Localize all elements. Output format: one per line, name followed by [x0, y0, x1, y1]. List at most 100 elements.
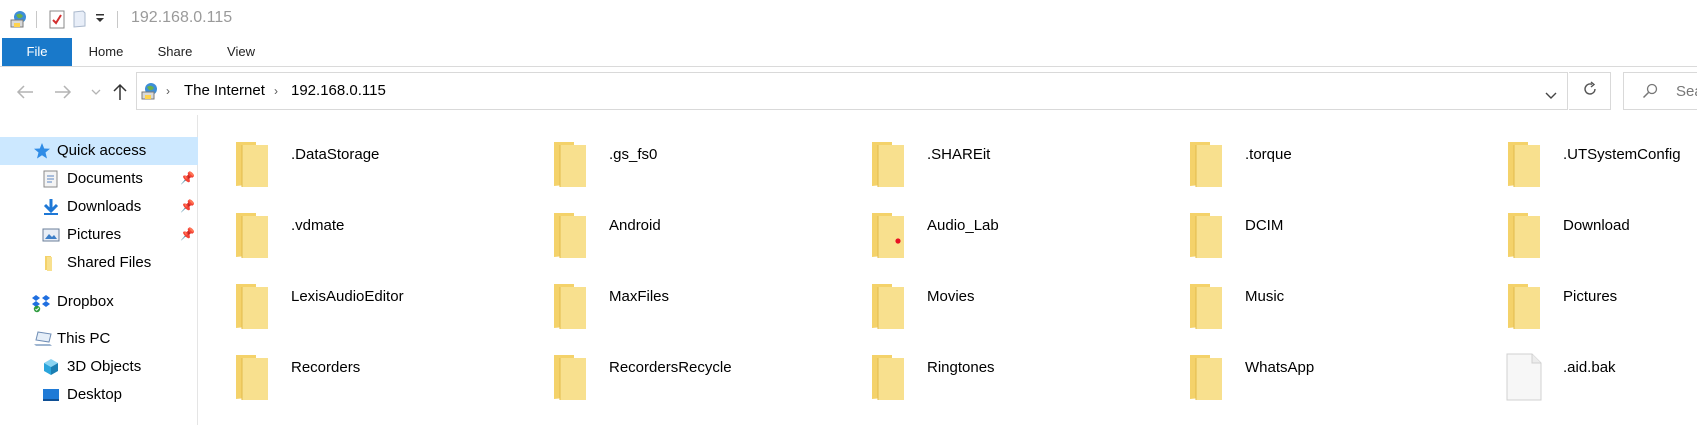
file-name: .gs_fs0: [609, 146, 658, 163]
file-item[interactable]: Audio_Lab: [835, 193, 1135, 259]
file-item[interactable]: Music: [1153, 264, 1453, 330]
sidebar-item-label: Documents: [67, 170, 143, 187]
file-name: Download: [1563, 217, 1630, 234]
file-item[interactable]: Android: [517, 193, 817, 259]
file-item[interactable]: .aid.bak: [1471, 335, 1697, 401]
file-name: RecordersRecycle: [609, 359, 732, 376]
search-placeholder: Sea: [1676, 83, 1697, 100]
folder-icon: [1506, 140, 1542, 188]
tab-share[interactable]: Share: [153, 38, 197, 66]
arrow-left-icon[interactable]: [14, 81, 36, 103]
file-name: Music: [1245, 288, 1285, 305]
properties-icon[interactable]: [49, 9, 65, 33]
tab-home[interactable]: Home: [84, 38, 128, 66]
sidebar-item-dropbox[interactable]: Dropbox: [0, 288, 198, 316]
file-item[interactable]: LexisAudioEditor: [199, 264, 499, 330]
file-list: .DataStorage .gs_fs0 .SHAREit .torque .UTSys…: [199, 115, 1697, 425]
sidebar-item-3d-objects[interactable]: 3D Objects: [0, 353, 198, 381]
folder-icon: [234, 282, 270, 330]
cube-icon: [42, 358, 60, 376]
file-name: Movies: [927, 288, 975, 305]
pin-icon: 📌: [180, 171, 195, 185]
folder-icon: [234, 211, 270, 259]
file-name: Audio_Lab: [927, 217, 999, 234]
folder-icon: [1188, 140, 1224, 188]
documents-icon: [42, 170, 60, 188]
sidebar-item-this-pc[interactable]: This PC: [0, 325, 198, 353]
sidebar-item-pictures[interactable]: Pictures 📌: [0, 221, 198, 249]
file-item[interactable]: WhatsApp: [1153, 335, 1453, 401]
file-name: Ringtones: [927, 359, 995, 376]
folder-icon: [234, 353, 270, 401]
file-item[interactable]: .SHAREit: [835, 122, 1135, 188]
file-item[interactable]: Recorders: [199, 335, 499, 401]
separator: [117, 11, 118, 28]
chevron-right-icon[interactable]: ›: [274, 84, 278, 98]
folder-icon: [552, 282, 588, 330]
sidebar-item-label: Pictures: [67, 226, 122, 243]
tab-file[interactable]: File: [2, 38, 72, 66]
chevron-down-icon[interactable]: [1545, 87, 1557, 104]
network-location-icon[interactable]: [9, 9, 29, 33]
address-bar[interactable]: › The Internet › 192.168.0.115: [136, 72, 1568, 110]
file-name: Pictures: [1563, 288, 1618, 305]
file-item[interactable]: .UTSystemConfig: [1471, 122, 1697, 188]
folder-icon: [552, 353, 588, 401]
file-icon: [1506, 353, 1542, 401]
file-item[interactable]: DCIM: [1153, 193, 1453, 259]
pin-icon: 📌: [180, 227, 195, 241]
file-name: .torque: [1245, 146, 1292, 163]
folder-icon: [870, 353, 906, 401]
sidebar-item-downloads[interactable]: Downloads 📌: [0, 193, 198, 221]
arrow-up-icon[interactable]: [109, 81, 131, 103]
navigation-bar: › The Internet › 192.168.0.115 Sea: [0, 67, 1697, 115]
desktop-icon: [42, 386, 60, 404]
file-item[interactable]: .torque: [1153, 122, 1453, 188]
refresh-button[interactable]: [1569, 72, 1611, 110]
sidebar-item-desktop[interactable]: Desktop: [0, 381, 198, 409]
star-icon: [33, 142, 51, 160]
sidebar-item-label: Desktop: [67, 386, 123, 403]
arrow-right-icon[interactable]: [52, 81, 74, 103]
folder-icon: [1188, 353, 1224, 401]
file-item[interactable]: .DataStorage: [199, 122, 499, 188]
file-name: .DataStorage: [291, 146, 380, 163]
pictures-icon: [42, 226, 60, 244]
new-folder-icon[interactable]: [73, 9, 87, 33]
folder-icon: [1506, 211, 1542, 259]
folder-icon: [552, 140, 588, 188]
network-location-icon: [140, 81, 160, 105]
sidebar-item-label: This PC: [57, 330, 111, 347]
file-name: LexisAudioEditor: [291, 288, 404, 305]
breadcrumb-current[interactable]: 192.168.0.115: [291, 82, 386, 99]
file-item[interactable]: MaxFiles: [517, 264, 817, 330]
tab-view[interactable]: View: [220, 38, 262, 66]
file-item[interactable]: Movies: [835, 264, 1135, 330]
file-item[interactable]: Download: [1471, 193, 1697, 259]
file-name: WhatsApp: [1245, 359, 1315, 376]
sidebar-item-documents[interactable]: Documents 📌: [0, 165, 198, 193]
file-item[interactable]: RecordersRecycle: [517, 335, 817, 401]
sidebar-item-label: Quick access: [57, 142, 147, 159]
refresh-icon: [1582, 81, 1598, 101]
breadcrumb-the-internet[interactable]: The Internet: [184, 82, 265, 99]
file-name: DCIM: [1245, 217, 1284, 234]
sidebar-item-quick-access[interactable]: Quick access: [0, 137, 198, 165]
dropbox-icon: [31, 293, 50, 313]
customize-quick-access-icon[interactable]: [95, 11, 105, 29]
pin-icon: 📌: [180, 199, 195, 213]
folder-icon: [42, 254, 60, 272]
file-item[interactable]: .vdmate: [199, 193, 499, 259]
chevron-down-icon[interactable]: [85, 81, 107, 103]
file-name: MaxFiles: [609, 288, 670, 305]
folder-icon: [870, 211, 906, 259]
chevron-right-icon[interactable]: ›: [166, 84, 170, 98]
sidebar-item-shared-files[interactable]: Shared Files: [0, 249, 198, 277]
file-item[interactable]: .gs_fs0: [517, 122, 817, 188]
file-name: Recorders: [291, 359, 361, 376]
file-item[interactable]: Pictures: [1471, 264, 1697, 330]
file-item[interactable]: Ringtones: [835, 335, 1135, 401]
search-box[interactable]: Sea: [1623, 72, 1697, 110]
file-name: .vdmate: [291, 217, 345, 234]
file-name: Android: [609, 217, 661, 234]
